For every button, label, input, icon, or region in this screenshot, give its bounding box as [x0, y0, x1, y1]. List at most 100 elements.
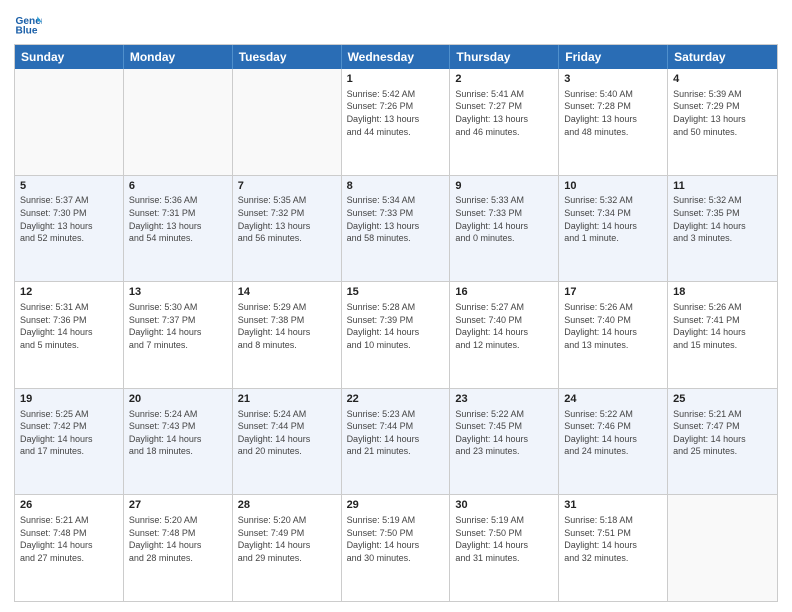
cal-cell-1: 1Sunrise: 5:42 AM Sunset: 7:26 PM Daylig… [342, 69, 451, 175]
cal-cell-7: 7Sunrise: 5:35 AM Sunset: 7:32 PM Daylig… [233, 176, 342, 282]
cal-cell-23: 23Sunrise: 5:22 AM Sunset: 7:45 PM Dayli… [450, 389, 559, 495]
page: General Blue SundayMondayTuesdayWednesda… [0, 0, 792, 612]
day-number: 1 [347, 72, 445, 87]
day-number: 30 [455, 498, 553, 513]
header-day-wednesday: Wednesday [342, 45, 451, 69]
cell-info: Sunrise: 5:42 AM Sunset: 7:26 PM Dayligh… [347, 88, 445, 138]
calendar-row-4: 26Sunrise: 5:21 AM Sunset: 7:48 PM Dayli… [15, 495, 777, 601]
cal-cell-19: 19Sunrise: 5:25 AM Sunset: 7:42 PM Dayli… [15, 389, 124, 495]
header-day-saturday: Saturday [668, 45, 777, 69]
day-number: 19 [20, 392, 118, 407]
cal-cell-16: 16Sunrise: 5:27 AM Sunset: 7:40 PM Dayli… [450, 282, 559, 388]
cell-info: Sunrise: 5:30 AM Sunset: 7:37 PM Dayligh… [129, 301, 227, 351]
cal-cell-4: 4Sunrise: 5:39 AM Sunset: 7:29 PM Daylig… [668, 69, 777, 175]
cal-cell-31: 31Sunrise: 5:18 AM Sunset: 7:51 PM Dayli… [559, 495, 668, 601]
cal-cell-27: 27Sunrise: 5:20 AM Sunset: 7:48 PM Dayli… [124, 495, 233, 601]
day-number: 6 [129, 179, 227, 194]
cal-cell-empty-0-2 [233, 69, 342, 175]
cal-cell-empty-0-1 [124, 69, 233, 175]
header-day-friday: Friday [559, 45, 668, 69]
cal-cell-24: 24Sunrise: 5:22 AM Sunset: 7:46 PM Dayli… [559, 389, 668, 495]
cell-info: Sunrise: 5:25 AM Sunset: 7:42 PM Dayligh… [20, 408, 118, 458]
cal-cell-26: 26Sunrise: 5:21 AM Sunset: 7:48 PM Dayli… [15, 495, 124, 601]
cal-cell-8: 8Sunrise: 5:34 AM Sunset: 7:33 PM Daylig… [342, 176, 451, 282]
calendar-header: SundayMondayTuesdayWednesdayThursdayFrid… [15, 45, 777, 69]
cell-info: Sunrise: 5:26 AM Sunset: 7:41 PM Dayligh… [673, 301, 772, 351]
cal-cell-6: 6Sunrise: 5:36 AM Sunset: 7:31 PM Daylig… [124, 176, 233, 282]
cell-info: Sunrise: 5:40 AM Sunset: 7:28 PM Dayligh… [564, 88, 662, 138]
cell-info: Sunrise: 5:34 AM Sunset: 7:33 PM Dayligh… [347, 194, 445, 244]
cell-info: Sunrise: 5:32 AM Sunset: 7:34 PM Dayligh… [564, 194, 662, 244]
cell-info: Sunrise: 5:21 AM Sunset: 7:47 PM Dayligh… [673, 408, 772, 458]
cell-info: Sunrise: 5:22 AM Sunset: 7:46 PM Dayligh… [564, 408, 662, 458]
cal-cell-2: 2Sunrise: 5:41 AM Sunset: 7:27 PM Daylig… [450, 69, 559, 175]
day-number: 29 [347, 498, 445, 513]
calendar-row-2: 12Sunrise: 5:31 AM Sunset: 7:36 PM Dayli… [15, 282, 777, 389]
cal-cell-11: 11Sunrise: 5:32 AM Sunset: 7:35 PM Dayli… [668, 176, 777, 282]
day-number: 5 [20, 179, 118, 194]
cell-info: Sunrise: 5:28 AM Sunset: 7:39 PM Dayligh… [347, 301, 445, 351]
day-number: 14 [238, 285, 336, 300]
day-number: 13 [129, 285, 227, 300]
day-number: 2 [455, 72, 553, 87]
day-number: 11 [673, 179, 772, 194]
cal-cell-30: 30Sunrise: 5:19 AM Sunset: 7:50 PM Dayli… [450, 495, 559, 601]
day-number: 25 [673, 392, 772, 407]
cal-cell-29: 29Sunrise: 5:19 AM Sunset: 7:50 PM Dayli… [342, 495, 451, 601]
cell-info: Sunrise: 5:37 AM Sunset: 7:30 PM Dayligh… [20, 194, 118, 244]
cal-cell-20: 20Sunrise: 5:24 AM Sunset: 7:43 PM Dayli… [124, 389, 233, 495]
cal-cell-12: 12Sunrise: 5:31 AM Sunset: 7:36 PM Dayli… [15, 282, 124, 388]
day-number: 31 [564, 498, 662, 513]
day-number: 8 [347, 179, 445, 194]
day-number: 21 [238, 392, 336, 407]
cell-info: Sunrise: 5:18 AM Sunset: 7:51 PM Dayligh… [564, 514, 662, 564]
cell-info: Sunrise: 5:32 AM Sunset: 7:35 PM Dayligh… [673, 194, 772, 244]
day-number: 9 [455, 179, 553, 194]
cell-info: Sunrise: 5:22 AM Sunset: 7:45 PM Dayligh… [455, 408, 553, 458]
cal-cell-10: 10Sunrise: 5:32 AM Sunset: 7:34 PM Dayli… [559, 176, 668, 282]
cell-info: Sunrise: 5:27 AM Sunset: 7:40 PM Dayligh… [455, 301, 553, 351]
day-number: 16 [455, 285, 553, 300]
cal-cell-28: 28Sunrise: 5:20 AM Sunset: 7:49 PM Dayli… [233, 495, 342, 601]
cell-info: Sunrise: 5:33 AM Sunset: 7:33 PM Dayligh… [455, 194, 553, 244]
cell-info: Sunrise: 5:24 AM Sunset: 7:44 PM Dayligh… [238, 408, 336, 458]
day-number: 24 [564, 392, 662, 407]
calendar-row-0: 1Sunrise: 5:42 AM Sunset: 7:26 PM Daylig… [15, 69, 777, 176]
day-number: 4 [673, 72, 772, 87]
header-day-tuesday: Tuesday [233, 45, 342, 69]
day-number: 17 [564, 285, 662, 300]
cell-info: Sunrise: 5:41 AM Sunset: 7:27 PM Dayligh… [455, 88, 553, 138]
cal-cell-14: 14Sunrise: 5:29 AM Sunset: 7:38 PM Dayli… [233, 282, 342, 388]
cal-cell-3: 3Sunrise: 5:40 AM Sunset: 7:28 PM Daylig… [559, 69, 668, 175]
cal-cell-15: 15Sunrise: 5:28 AM Sunset: 7:39 PM Dayli… [342, 282, 451, 388]
day-number: 26 [20, 498, 118, 513]
cell-info: Sunrise: 5:29 AM Sunset: 7:38 PM Dayligh… [238, 301, 336, 351]
cell-info: Sunrise: 5:39 AM Sunset: 7:29 PM Dayligh… [673, 88, 772, 138]
day-number: 7 [238, 179, 336, 194]
cell-info: Sunrise: 5:24 AM Sunset: 7:43 PM Dayligh… [129, 408, 227, 458]
logo-icon: General Blue [14, 10, 42, 38]
calendar-row-1: 5Sunrise: 5:37 AM Sunset: 7:30 PM Daylig… [15, 176, 777, 283]
cal-cell-empty-0-0 [15, 69, 124, 175]
cell-info: Sunrise: 5:26 AM Sunset: 7:40 PM Dayligh… [564, 301, 662, 351]
calendar-row-3: 19Sunrise: 5:25 AM Sunset: 7:42 PM Dayli… [15, 389, 777, 496]
svg-text:Blue: Blue [16, 25, 38, 36]
cell-info: Sunrise: 5:36 AM Sunset: 7:31 PM Dayligh… [129, 194, 227, 244]
cal-cell-5: 5Sunrise: 5:37 AM Sunset: 7:30 PM Daylig… [15, 176, 124, 282]
day-number: 28 [238, 498, 336, 513]
calendar-body: 1Sunrise: 5:42 AM Sunset: 7:26 PM Daylig… [15, 69, 777, 601]
cal-cell-13: 13Sunrise: 5:30 AM Sunset: 7:37 PM Dayli… [124, 282, 233, 388]
day-number: 23 [455, 392, 553, 407]
day-number: 20 [129, 392, 227, 407]
cal-cell-17: 17Sunrise: 5:26 AM Sunset: 7:40 PM Dayli… [559, 282, 668, 388]
header-day-monday: Monday [124, 45, 233, 69]
cal-cell-9: 9Sunrise: 5:33 AM Sunset: 7:33 PM Daylig… [450, 176, 559, 282]
cal-cell-25: 25Sunrise: 5:21 AM Sunset: 7:47 PM Dayli… [668, 389, 777, 495]
cal-cell-18: 18Sunrise: 5:26 AM Sunset: 7:41 PM Dayli… [668, 282, 777, 388]
header-day-sunday: Sunday [15, 45, 124, 69]
cal-cell-22: 22Sunrise: 5:23 AM Sunset: 7:44 PM Dayli… [342, 389, 451, 495]
header: General Blue [14, 10, 778, 38]
day-number: 15 [347, 285, 445, 300]
calendar: SundayMondayTuesdayWednesdayThursdayFrid… [14, 44, 778, 602]
cell-info: Sunrise: 5:19 AM Sunset: 7:50 PM Dayligh… [455, 514, 553, 564]
